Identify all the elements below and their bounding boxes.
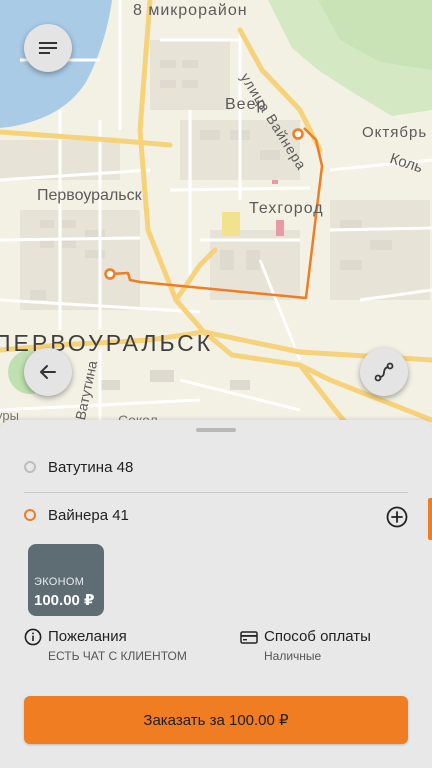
arrow-left-icon xyxy=(40,365,56,379)
wishes-subtitle: ЕСТЬ ЧАТ С КЛИЕНТОМ xyxy=(48,649,187,663)
menu-icon xyxy=(39,42,57,54)
order-button[interactable]: Заказать за 100.00 ₽ xyxy=(24,696,408,744)
route-start-marker xyxy=(104,268,116,280)
pickup-address: Ватутина 48 xyxy=(48,458,134,476)
back-button[interactable] xyxy=(24,348,72,396)
payment-title: Способ оплаты xyxy=(264,628,371,645)
payment-subtitle: Наличные xyxy=(264,649,322,663)
address-divider xyxy=(24,492,408,493)
route-end-marker xyxy=(292,128,304,140)
map-label-oktyabr: Октябрь xyxy=(362,124,428,141)
route-icon xyxy=(374,362,394,382)
route-button[interactable] xyxy=(360,348,408,396)
destination-dot-icon xyxy=(24,509,36,521)
order-sheet: Ватутина 48 Вайнера 41 ЭКОНОМ 100.00 ₽ П… xyxy=(0,420,432,768)
tariff-name: ЭКОНОМ xyxy=(34,576,85,588)
destination-address: Вайнера 41 xyxy=(48,506,129,524)
map-label-microdistrict: 8 микрорайон xyxy=(133,2,248,19)
map-label-tehgorod: Техгород xyxy=(249,200,324,217)
payment-option[interactable]: Способ оплаты Наличные xyxy=(240,628,371,663)
sheet-drag-handle[interactable] xyxy=(196,428,236,432)
map-label-city-small: Первоуральск xyxy=(37,187,142,204)
wishes-option[interactable]: Пожелания ЕСТЬ ЧАТ С КЛИЕНТОМ xyxy=(24,628,187,663)
credit-card-icon xyxy=(240,631,258,644)
menu-button[interactable] xyxy=(24,24,72,72)
destination-address-row[interactable]: Вайнера 41 xyxy=(24,503,408,527)
pickup-dot-icon xyxy=(24,461,36,473)
add-stop-icon[interactable] xyxy=(386,506,408,528)
tariff-card-econom[interactable]: ЭКОНОМ 100.00 ₽ xyxy=(28,544,104,616)
info-icon xyxy=(24,628,42,646)
pickup-address-row[interactable]: Ватутина 48 xyxy=(24,455,408,479)
wishes-title: Пожелания xyxy=(48,628,127,645)
edge-indicator xyxy=(428,498,432,540)
tariff-price: 100.00 ₽ xyxy=(34,592,95,609)
